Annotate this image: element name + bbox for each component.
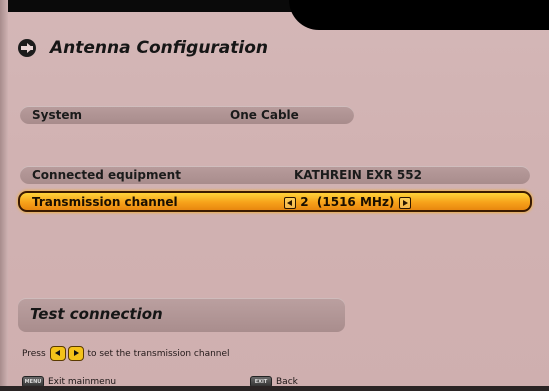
antenna-config-screen: Antenna Configuration System One Cable C… <box>0 0 549 391</box>
hint-suffix: to set the transmission channel <box>87 348 230 359</box>
connected-equipment-row[interactable]: Connected equipment KATHREIN EXR 552 <box>20 166 530 184</box>
arrow-circle-icon <box>18 39 36 57</box>
test-connection-button[interactable]: Test connection <box>18 298 345 332</box>
transmission-channel-label: Transmission channel <box>32 195 178 209</box>
top-right-notch <box>289 0 549 30</box>
transmission-channel-row[interactable]: Transmission channel 2 (1516 MHz) <box>18 191 532 212</box>
system-value: One Cable <box>230 108 299 122</box>
left-key-icon <box>49 346 66 361</box>
right-key-icon <box>67 346 84 361</box>
page-title: Antenna Configuration <box>50 38 269 58</box>
bottom-edge <box>0 386 549 391</box>
connected-equipment-value: KATHREIN EXR 552 <box>294 168 422 182</box>
transmission-channel-selector[interactable]: 2 (1516 MHz) <box>284 195 411 209</box>
hint-text: Press to set the transmission channel <box>22 346 230 361</box>
title-row: Antenna Configuration <box>18 38 268 58</box>
left-edge-shade <box>0 0 8 391</box>
test-connection-label: Test connection <box>30 305 163 323</box>
transmission-channel-value: 2 (1516 MHz) <box>300 195 395 209</box>
system-label: System <box>32 108 82 122</box>
connected-equipment-label: Connected equipment <box>32 168 181 182</box>
system-row[interactable]: System One Cable <box>20 106 354 124</box>
hint-prefix: Press <box>22 348 46 359</box>
right-arrow-icon[interactable] <box>398 196 411 209</box>
left-arrow-icon[interactable] <box>284 196 296 209</box>
